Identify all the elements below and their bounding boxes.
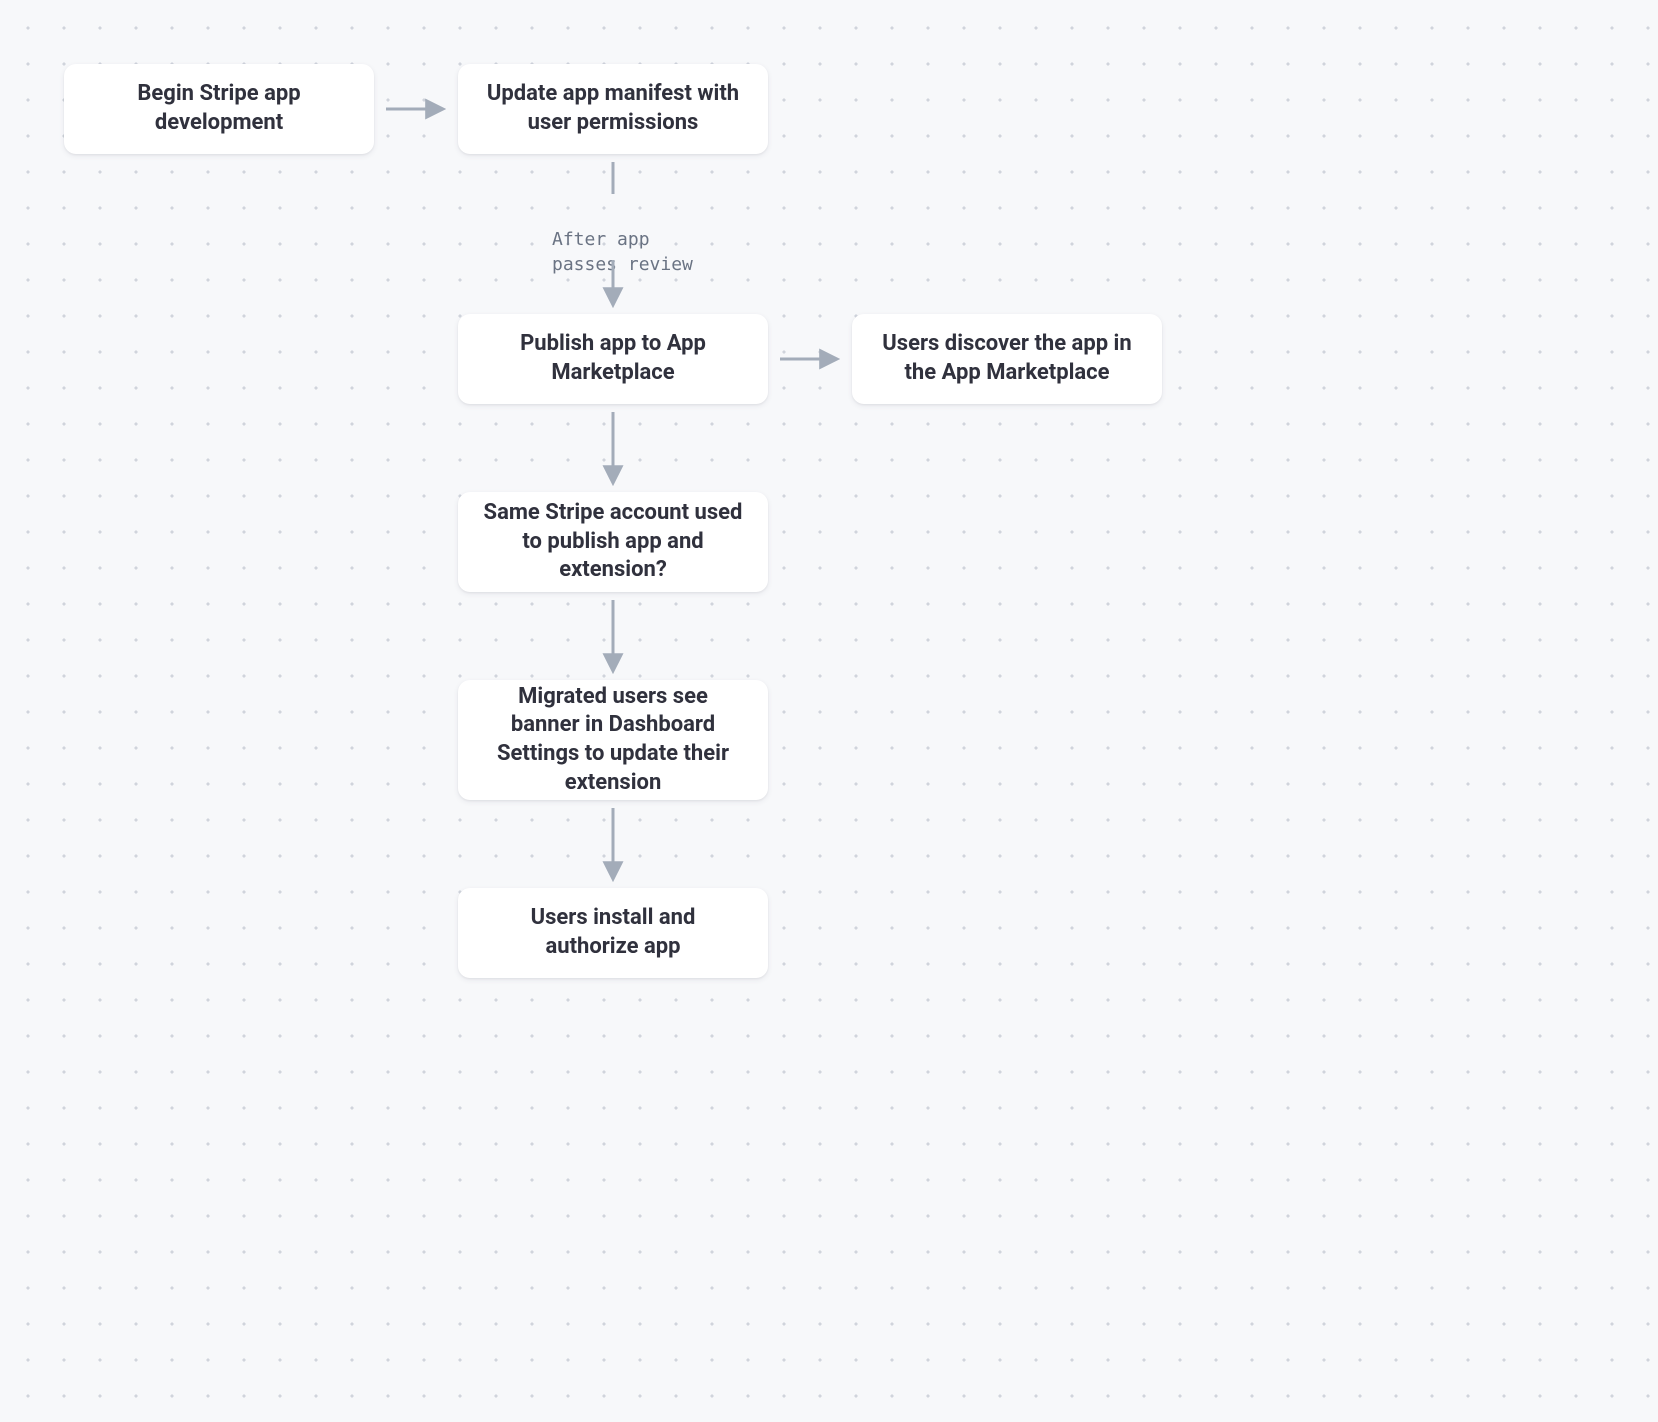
node-manifest: Update app manifest with user permission…: [458, 64, 768, 154]
arrow-review-to-publish: [602, 258, 624, 310]
node-discover: Users discover the app in the App Market…: [852, 314, 1162, 404]
node-banner-label: Migrated users see banner in Dashboard S…: [482, 683, 744, 797]
node-begin-label: Begin Stripe app development: [88, 80, 350, 137]
arrow-publish-to-discover: [778, 348, 842, 370]
node-same-account: Same Stripe account used to publish app …: [458, 492, 768, 592]
node-manifest-label: Update app manifest with user permission…: [482, 80, 744, 137]
arrow-begin-to-manifest: [384, 98, 448, 120]
node-install: Users install and authorize app: [458, 888, 768, 978]
node-begin: Begin Stripe app development: [64, 64, 374, 154]
arrow-banner-to-install: [602, 806, 624, 884]
node-install-label: Users install and authorize app: [482, 904, 744, 961]
node-same-account-label: Same Stripe account used to publish app …: [482, 499, 744, 585]
node-banner: Migrated users see banner in Dashboard S…: [458, 680, 768, 800]
node-publish-label: Publish app to App Marketplace: [482, 330, 744, 387]
node-publish: Publish app to App Marketplace: [458, 314, 768, 404]
arrow-publish-to-sameaccount: [602, 410, 624, 488]
node-discover-label: Users discover the app in the App Market…: [876, 330, 1138, 387]
arrow-sameaccount-to-banner: [602, 598, 624, 676]
line-manifest-down: [602, 160, 624, 196]
